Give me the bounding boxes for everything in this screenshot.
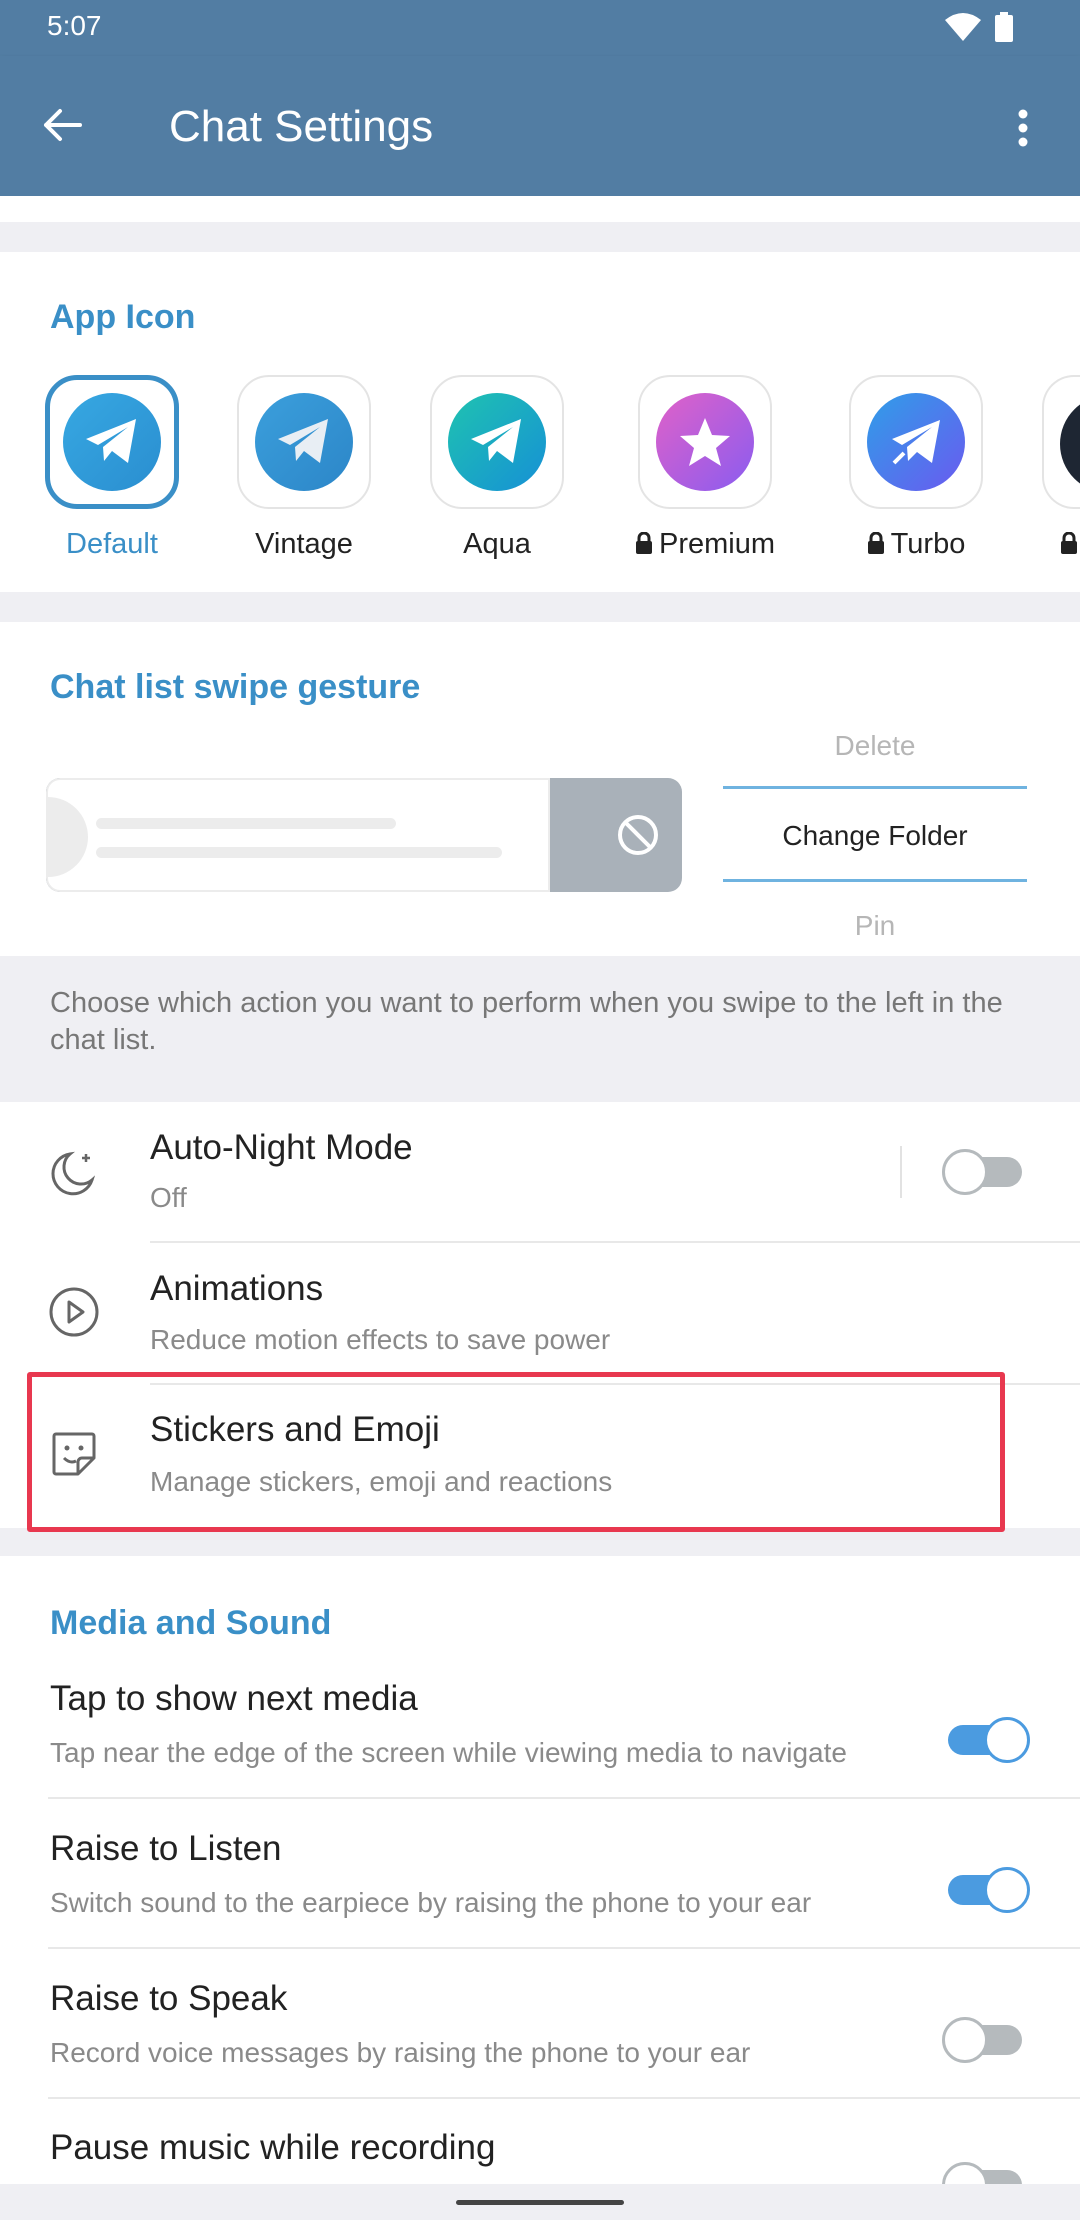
highlight-box	[27, 1372, 1005, 1532]
app-icon-label: Default	[66, 528, 158, 560]
row-divider	[48, 1947, 1080, 1949]
telegram-plane-icon	[63, 393, 161, 491]
row-subtitle: Switch sound to the earpiece by raising …	[50, 1887, 812, 1918]
app-icon-premium[interactable]: Premium	[635, 375, 775, 560]
home-gesture-handle[interactable]	[456, 2200, 624, 2205]
row-animations[interactable]: Animations Reduce motion effects to save…	[0, 1242, 1080, 1384]
row-subtitle: Reduce motion effects to save power	[150, 1324, 611, 1355]
status-time: 5:07	[47, 10, 102, 41]
app-icon-tile	[430, 375, 564, 509]
raise-to-listen-toggle[interactable]	[948, 1867, 1030, 1913]
pause-music-toggle[interactable]	[942, 2162, 1022, 2184]
app-icon-label: Turbo	[809, 528, 1023, 561]
top-strip	[0, 196, 1080, 222]
app-icon-label: Vintage	[255, 528, 353, 560]
app-icon-aqua[interactable]: Aqua	[430, 375, 564, 560]
row-subtitle: Off	[150, 1182, 187, 1213]
telegram-plane-icon	[255, 393, 353, 491]
swipe-action-picker[interactable]: Delete Change Folder Pin	[723, 720, 1027, 950]
wifi-icon	[945, 13, 981, 41]
auto-night-toggle[interactable]	[942, 1149, 1022, 1195]
play-icon	[49, 1287, 99, 1337]
more-options-icon[interactable]	[1003, 106, 1043, 150]
app-icon-tile	[237, 375, 371, 509]
app-icon-header: App Icon	[50, 298, 196, 336]
swipe-preview	[46, 778, 682, 892]
swipe-gesture-header: Chat list swipe gesture	[50, 668, 421, 706]
row-title: Raise to Listen	[50, 1829, 282, 1868]
app-icon-turbo[interactable]: Turbo	[849, 375, 983, 560]
star-icon	[656, 393, 754, 491]
lock-icon	[1061, 532, 1077, 554]
media-sound-header: Media and Sound	[50, 1604, 332, 1642]
battery-icon	[995, 12, 1013, 42]
chat-preview-card	[46, 778, 550, 892]
row-raise-to-listen[interactable]: Raise to Listen Switch sound to the earp…	[0, 1815, 1080, 1947]
app-icon-label: Premium	[598, 528, 812, 561]
picker-option-delete[interactable]: Delete	[723, 730, 1027, 762]
back-arrow-icon[interactable]	[40, 103, 84, 147]
row-title: Pause music while recording	[50, 2128, 496, 2167]
picker-divider	[723, 879, 1027, 882]
lock-icon	[635, 532, 652, 554]
rocket-plane-icon	[867, 393, 965, 491]
row-auto-night-mode[interactable]: Auto-Night Mode Off	[0, 1102, 1080, 1242]
row-divider	[48, 1797, 1080, 1799]
app-icon-tile	[45, 375, 179, 509]
row-subtitle: Tap near the edge of the screen while vi…	[50, 1737, 847, 1768]
telegram-plane-icon	[448, 393, 546, 491]
row-title: Auto-Night Mode	[150, 1128, 413, 1167]
app-icon-vintage[interactable]: Vintage	[237, 375, 371, 560]
row-title: Raise to Speak	[50, 1979, 288, 2018]
text-placeholder	[96, 847, 502, 858]
status-bar: 5:07	[0, 0, 1080, 56]
app-icon-default[interactable]: Default	[45, 375, 179, 560]
row-tap-next-media[interactable]: Tap to show next media Tap near the edge…	[0, 1665, 1080, 1797]
row-subtitle: Record voice messages by raising the pho…	[50, 2037, 751, 2068]
row-raise-to-speak[interactable]: Raise to Speak Record voice messages by …	[0, 1965, 1080, 2097]
tap-next-media-toggle[interactable]	[948, 1717, 1030, 1763]
moon-icon	[51, 1151, 96, 1196]
row-divider	[48, 2097, 1080, 2099]
app-bar: Chat Settings	[0, 56, 1080, 196]
picker-option-selected[interactable]: Change Folder	[723, 820, 1027, 852]
avatar-placeholder	[46, 797, 88, 877]
app-icon-partial[interactable]	[1042, 375, 1080, 509]
swipe-info-text: Choose which action you want to perform …	[50, 987, 1003, 1056]
row-pause-music[interactable]: Pause music while recording	[0, 2114, 1080, 2184]
page-title: Chat Settings	[169, 102, 434, 151]
picker-divider	[723, 786, 1027, 789]
picker-option-pin[interactable]: Pin	[723, 910, 1027, 942]
vertical-divider	[900, 1146, 902, 1198]
app-icon-label: Aqua	[463, 528, 531, 560]
text-placeholder	[96, 818, 396, 829]
block-icon	[618, 815, 658, 855]
row-title: Tap to show next media	[50, 1679, 418, 1718]
app-icon-tile	[638, 375, 772, 509]
lock-icon	[867, 532, 884, 554]
navigation-bar	[0, 2184, 1080, 2220]
raise-to-speak-toggle[interactable]	[942, 2017, 1022, 2063]
row-title: Animations	[150, 1269, 324, 1308]
app-icon-tile	[849, 375, 983, 509]
